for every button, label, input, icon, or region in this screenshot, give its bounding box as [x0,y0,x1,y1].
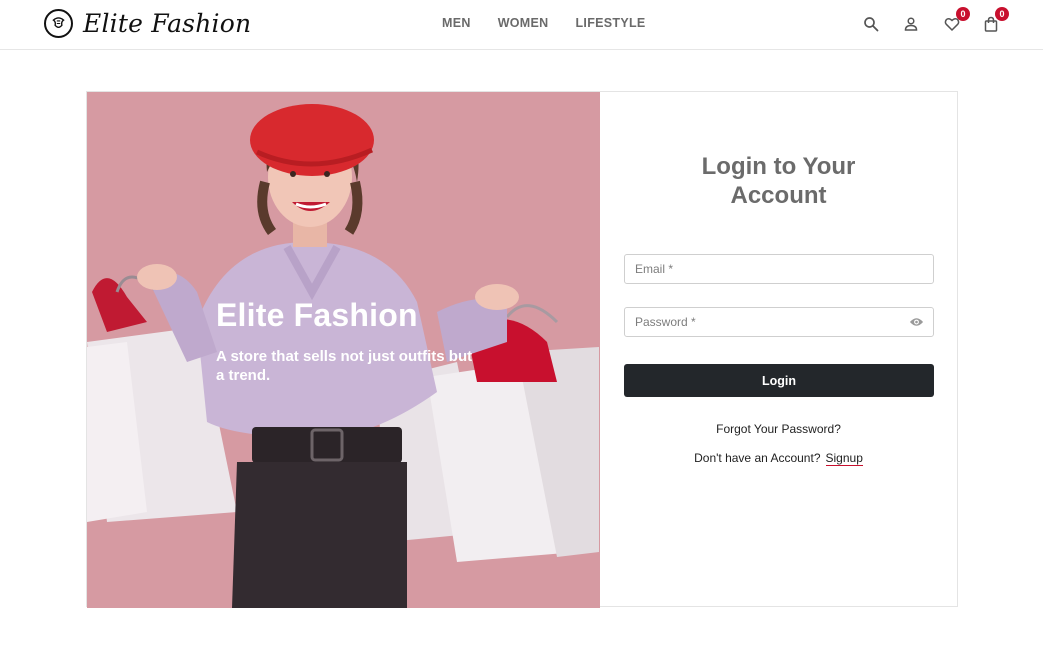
brand-home-link[interactable]: Elite Fashion [44,9,251,38]
password-field[interactable] [625,308,933,336]
cart-count-badge: 0 [995,7,1009,21]
main-nav: MEN WOMEN LIFESTYLE [442,16,673,30]
nav-item-women[interactable]: WOMEN [498,16,549,30]
email-field[interactable] [625,255,933,283]
hero-title: Elite Fashion [216,297,418,333]
login-panel: Login to Your Account Login Forgot Your … [600,92,957,606]
nav-item-lifestyle[interactable]: LIFESTYLE [576,16,646,30]
search-icon[interactable] [860,13,882,35]
cart-button[interactable]: 0 [980,7,1009,35]
signup-link[interactable]: Signup [825,451,863,466]
user-icon[interactable] [900,13,922,35]
site-header: Elite Fashion MEN WOMEN LIFESTYLE 0 0 [0,0,1043,50]
login-heading-text: Login to Your Account [701,153,856,209]
wishlist-count-badge: 0 [956,7,970,21]
password-field-wrapper [624,307,934,337]
login-button[interactable]: Login [624,364,934,397]
email-field-wrapper [624,254,934,284]
logo-emblem-icon [44,9,73,38]
signup-prompt: Don't have an Account? [694,451,821,465]
hero-banner: Elite Fashion A store that sells not jus… [87,92,600,608]
wishlist-button[interactable]: 0 [941,7,970,35]
eye-icon[interactable] [909,316,924,328]
nav-item-men[interactable]: MEN [442,16,471,30]
hero-subtitle: A store that sells not just outfits but … [216,348,473,384]
login-heading: Login to Your Account [600,152,957,210]
signup-row: Don't have an Account? Signup [600,451,957,466]
login-card: Elite Fashion A store that sells not jus… [86,91,958,608]
forgot-password-link[interactable]: Forgot Your Password? [600,422,957,436]
brand-name: Elite Fashion [83,9,252,38]
